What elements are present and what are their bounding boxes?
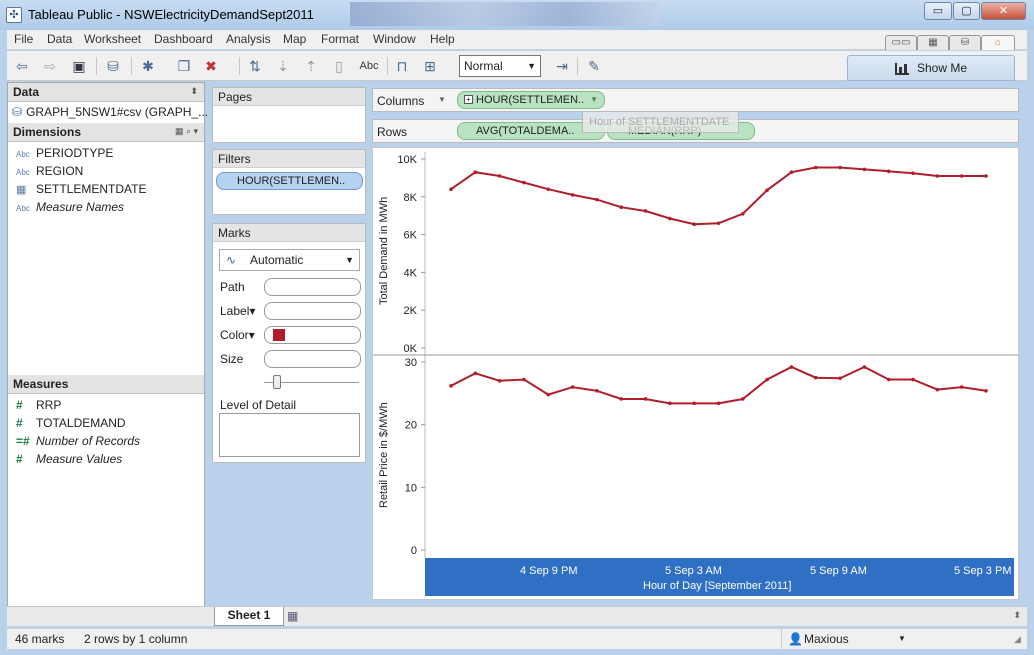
y-axis-title-demand: Total Demand in MWh [378,196,390,305]
data-point [716,221,721,226]
data-point [789,170,794,175]
y-tick-label: 0 [411,545,417,557]
data-point [813,165,818,170]
data-point [570,385,575,389]
data-point [959,174,964,178]
data-point [619,397,624,401]
y-tick-label: 10 [405,482,417,494]
y-tick-label: 30 [405,357,417,369]
y-tick-label: 2K [404,305,418,317]
y-tick-label: 0K [404,343,418,355]
data-point [546,392,551,397]
new-sheet-icon[interactable]: ▦ [287,609,298,623]
data-point [522,180,526,185]
data-point [765,377,769,382]
data-point [838,376,842,381]
y-tick-label: 20 [405,420,417,432]
x-tick-label: 5 Sep 3 PM [954,565,1012,577]
data-point [570,193,575,197]
data-point [911,171,915,175]
user-menu[interactable]: 👤 Maxious ▼ [781,629,913,649]
data-point [935,387,940,392]
series-line [450,365,987,405]
data-point [522,377,526,382]
data-point [449,384,453,388]
line-chart: 0K 2K 4K 6K 8K 10K 0 10 20 30 [373,152,1018,558]
data-point [668,401,672,406]
data-point [741,212,745,216]
data-point [886,377,891,382]
chevron-down-icon: ▼ [898,634,906,643]
data-point [959,385,964,389]
data-point [984,389,988,393]
y-tick-label: 4K [404,267,418,279]
data-point [716,401,721,406]
data-point [838,165,842,170]
data-point [497,379,502,383]
data-point [595,389,599,393]
data-point [595,197,599,202]
data-point [668,216,672,221]
tab-scroll-icon[interactable]: ⬍ [1013,610,1021,621]
y-axis-title-price: Retail Price in $/MWh [378,402,390,508]
data-point [741,397,745,401]
status-bar: 46 marks 2 rows by 1 column 👤 Maxious ▼ … [7,628,1027,649]
x-axis-title: Hour of Day [September 2011] [643,580,792,592]
data-point [643,209,648,213]
data-point [692,401,696,406]
data-point [984,174,988,178]
data-point [813,375,818,380]
y-tick-label: 10K [397,154,417,166]
data-point [619,205,624,209]
data-point [886,169,891,174]
rows-columns-count: 2 rows by 1 column [84,632,188,646]
data-point [862,365,867,369]
y-tick-label: 6K [404,230,418,242]
x-tick-label: 5 Sep 9 AM [810,565,867,577]
sheet-tab-strip: Sheet 1 ▦ ⬍ [7,606,1027,626]
data-point [473,170,478,175]
data-point [449,187,453,192]
data-point [473,371,478,376]
marks-count: 46 marks [15,632,65,646]
data-point [546,187,551,192]
data-point [789,365,794,369]
data-point [911,377,915,382]
series-line [450,166,986,226]
data-point [643,397,648,401]
data-point [692,222,696,227]
x-tick-label: 5 Sep 3 AM [665,565,722,577]
data-point [862,167,867,172]
user-icon: 👤 [788,632,803,646]
y-tick-label: 8K [404,192,418,204]
x-tick-label: 4 Sep 9 PM [520,565,578,577]
data-point [497,174,502,178]
resize-grip-icon: ◢ [1014,634,1021,644]
user-name: Maxious [804,632,849,646]
tab-sheet-1[interactable]: Sheet 1 [214,607,284,626]
data-point [765,188,769,192]
data-point [935,174,940,178]
